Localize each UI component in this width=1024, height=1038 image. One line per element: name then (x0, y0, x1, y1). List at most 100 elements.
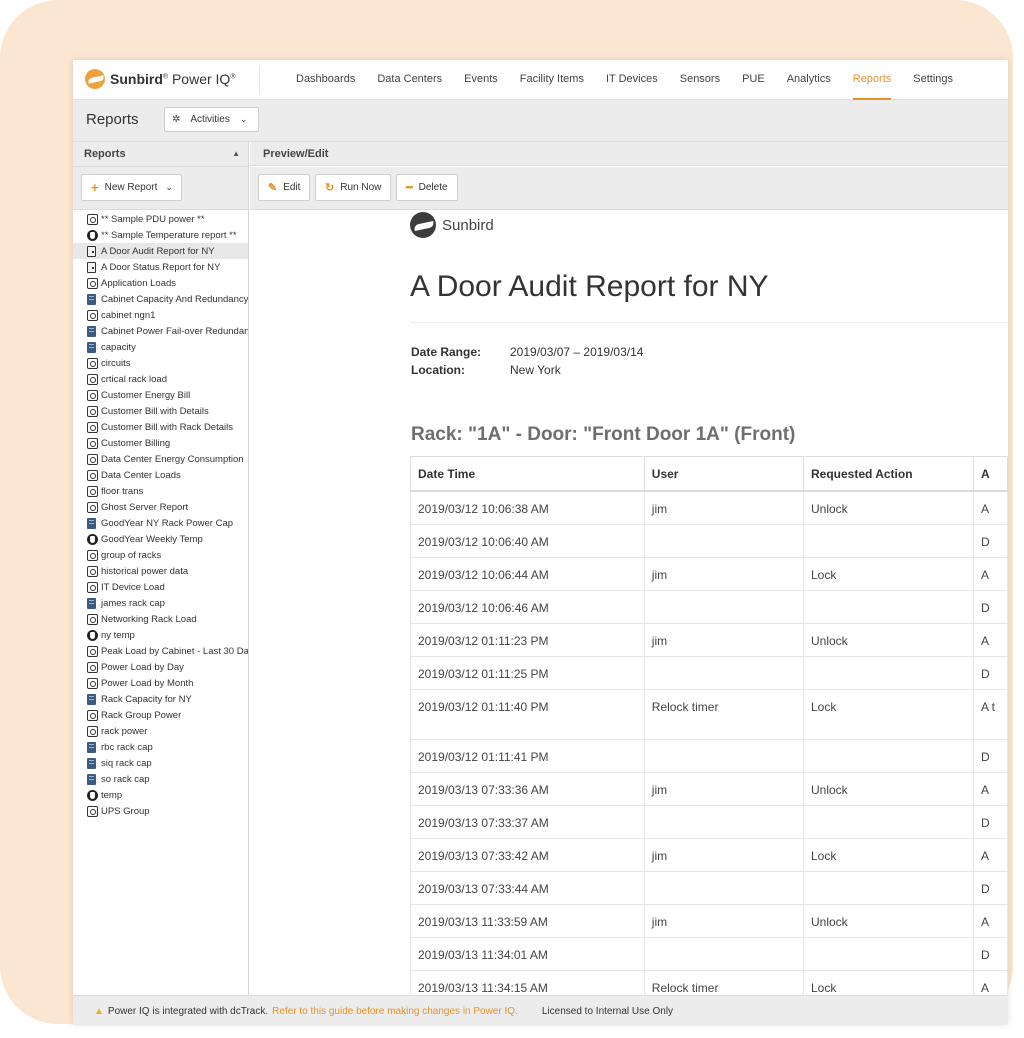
report-list-item[interactable]: Cabinet Power Fail-over Redundancy (73, 323, 248, 339)
report-list-item[interactable]: Rack Capacity for NY (73, 691, 248, 707)
report-list-item[interactable]: historical power data (73, 563, 248, 579)
report-list-item[interactable]: Application Loads (73, 275, 248, 291)
table-row: 2019/03/13 11:33:59 AM jim Unlock A (410, 903, 1008, 938)
footer-guide-link[interactable]: Refer to this guide before making change… (272, 1006, 518, 1017)
report-list-item[interactable]: GoodYear NY Rack Power Cap (73, 515, 248, 531)
reports-list-panel: Reports ▲ + New Report ⌄ ** Sample PDU p… (73, 142, 249, 995)
edit-button[interactable]: ✎ Edit (258, 174, 311, 201)
activities-button[interactable]: ✲ Activities ⌄ (164, 107, 259, 132)
report-list-item-label: Data Center Energy Consumption (101, 453, 244, 465)
sunbird-logo-icon (85, 69, 105, 89)
report-list-item[interactable]: GoodYear Weekly Temp (73, 531, 248, 547)
brand-logo[interactable]: Sunbird® Power IQ® (85, 69, 235, 89)
preview-toolbar: ✎ Edit ↻ Run Now ━ Delete (250, 167, 1008, 210)
nav-item-pue[interactable]: PUE (742, 60, 765, 99)
cell-truncated: A (972, 490, 1008, 525)
report-list-item[interactable]: Power Load by Month (73, 675, 248, 691)
report-list-item[interactable]: siq rack cap (73, 755, 248, 771)
cell-requested-action (802, 738, 974, 773)
report-title: A Door Audit Report for NY (410, 270, 769, 303)
report-list-item[interactable]: ** Sample Temperature report ** (73, 227, 248, 243)
report-list-item[interactable]: Rack Group Power (73, 707, 248, 723)
new-report-button[interactable]: + New Report ⌄ (81, 174, 182, 201)
report-list-item-label: Customer Bill with Rack Details (101, 421, 233, 433)
temp-icon (87, 629, 98, 641)
brand-divider (259, 66, 260, 94)
cell-truncated: A t (972, 688, 1008, 740)
cell-date-time: 2019/03/13 11:33:59 AM (410, 903, 645, 938)
cell-date-time: 2019/03/12 10:06:38 AM (410, 490, 645, 525)
cell-user (643, 589, 804, 624)
cell-user: jim (643, 771, 804, 806)
table-row: 2019/03/12 10:06:44 AM jim Lock A (410, 556, 1008, 591)
report-list-item[interactable]: temp (73, 787, 248, 803)
report-list-item-label: Rack Group Power (101, 709, 182, 721)
report-list-item[interactable]: capacity (73, 339, 248, 355)
report-list-item[interactable]: UPS Group (73, 803, 248, 819)
report-list-item[interactable]: Customer Billing (73, 435, 248, 451)
report-list-item-label: Application Loads (101, 277, 176, 289)
report-list-item[interactable]: ny temp (73, 627, 248, 643)
nav-item-analytics[interactable]: Analytics (787, 60, 831, 99)
delete-button[interactable]: ━ Delete (396, 174, 458, 201)
report-list-item[interactable]: so rack cap (73, 771, 248, 787)
report-list-item[interactable]: rack power (73, 723, 248, 739)
report-list-item[interactable]: Cabinet Capacity And Redundancy (73, 291, 248, 307)
cell-requested-action: Unlock (802, 490, 974, 525)
grid-icon (87, 613, 98, 625)
nav-item-sensors[interactable]: Sensors (680, 60, 720, 99)
nav-item-dashboards[interactable]: Dashboards (296, 60, 355, 99)
report-preview[interactable]: Sunbird A Door Audit Report for NY Date … (254, 210, 1008, 995)
nav-item-facility-items[interactable]: Facility Items (520, 60, 584, 99)
table-row: 2019/03/13 07:33:37 AM D (410, 804, 1008, 839)
nav-item-events[interactable]: Events (464, 60, 498, 99)
report-list-item[interactable]: ** Sample PDU power ** (73, 211, 248, 227)
collapse-up-icon[interactable]: ▲ (232, 142, 240, 166)
nav-item-it-devices[interactable]: IT Devices (606, 60, 658, 99)
report-list-item[interactable]: rbc rack cap (73, 739, 248, 755)
report-list-item[interactable]: Data Center Energy Consumption (73, 451, 248, 467)
nav-item-reports[interactable]: Reports (852, 60, 891, 100)
report-list-item[interactable]: group of racks (73, 547, 248, 563)
report-list-item[interactable]: Customer Bill with Rack Details (73, 419, 248, 435)
report-list-item-label: Cabinet Power Fail-over Redundancy (101, 325, 248, 337)
report-list-item[interactable]: floor trans (73, 483, 248, 499)
report-list-item[interactable]: A Door Status Report for NY (73, 259, 248, 275)
top-navigation-bar: Sunbird® Power IQ® Dashboards Data Center… (73, 60, 1008, 100)
nav-item-data-centers[interactable]: Data Centers (377, 60, 442, 99)
cell-truncated: A (972, 969, 1008, 995)
table-row: 2019/03/12 10:06:40 AM D (410, 523, 1008, 558)
chevron-down-icon: ⌄ (239, 114, 248, 124)
report-list-item-label: group of racks (101, 549, 162, 561)
cabinet-icon (87, 693, 96, 705)
report-list-item[interactable]: Power Load by Day (73, 659, 248, 675)
door-icon (87, 261, 96, 273)
report-list-item[interactable]: Data Center Loads (73, 467, 248, 483)
report-list-item[interactable]: circuits (73, 355, 248, 371)
gear-icon: ✲ (172, 114, 181, 125)
cell-requested-action: Unlock (802, 903, 974, 938)
report-list-item[interactable]: james rack cap (73, 595, 248, 611)
report-list-item[interactable]: crtical rack load (73, 371, 248, 387)
table-row: 2019/03/13 07:33:42 AM jim Lock A (410, 837, 1008, 872)
report-list-item[interactable]: Peak Load by Cabinet - Last 30 Days (73, 643, 248, 659)
cell-requested-action: Lock (802, 837, 974, 872)
report-list-item[interactable]: IT Device Load (73, 579, 248, 595)
report-list-item[interactable]: Customer Bill with Details (73, 403, 248, 419)
grid-icon (87, 277, 98, 289)
cabinet-icon (87, 597, 96, 609)
plus-icon: + (91, 180, 99, 195)
nav-item-settings[interactable]: Settings (913, 60, 953, 99)
report-list-item-label: Customer Energy Bill (101, 389, 191, 401)
report-list-item[interactable]: Networking Rack Load (73, 611, 248, 627)
report-list-item[interactable]: Ghost Server Report (73, 499, 248, 515)
pencil-icon: ✎ (268, 182, 278, 194)
run-now-button[interactable]: ↻ Run Now (315, 174, 392, 201)
cell-requested-action (802, 870, 974, 905)
report-list-item[interactable]: A Door Audit Report for NY (73, 243, 248, 259)
report-list-item[interactable]: Customer Energy Bill (73, 387, 248, 403)
cell-date-time: 2019/03/12 01:11:40 PM (410, 688, 645, 740)
grid-icon (87, 581, 98, 593)
report-list-item[interactable]: cabinet ngn1 (73, 307, 248, 323)
edit-label: Edit (283, 182, 301, 193)
